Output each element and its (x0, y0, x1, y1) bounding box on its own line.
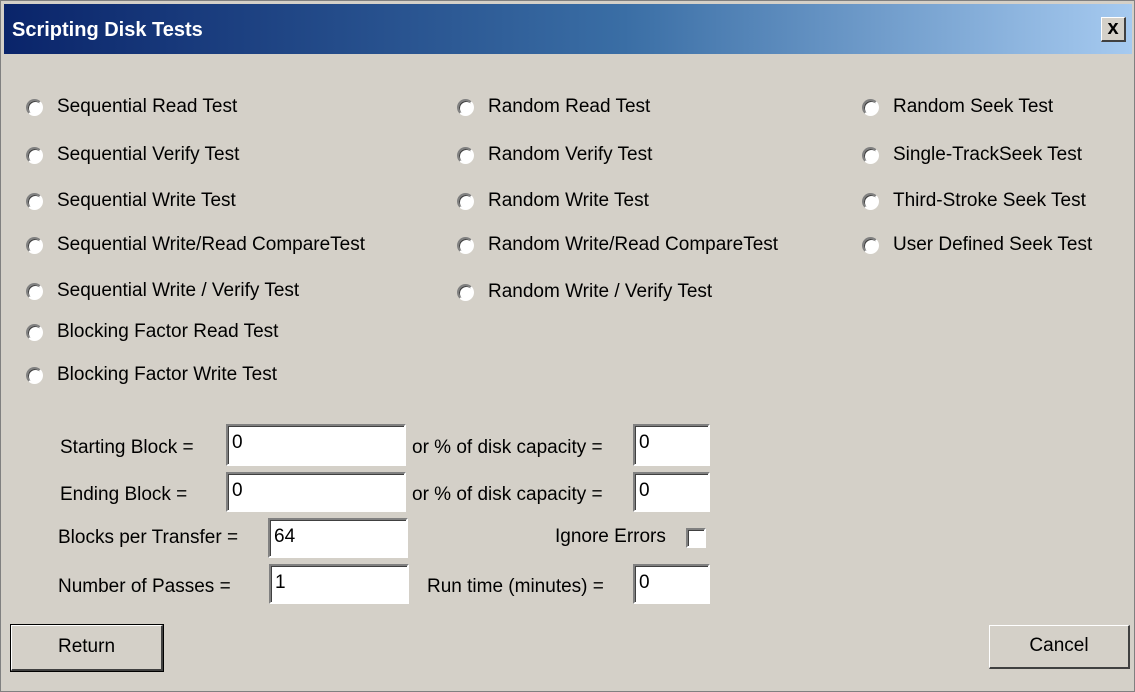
radio-label: Random Read Test (488, 96, 651, 117)
radio-label: Blocking Factor Write Test (57, 364, 277, 385)
cancel-button[interactable]: Cancel (989, 625, 1130, 669)
return-button[interactable]: Return (10, 624, 164, 672)
blocks-per-transfer-input[interactable]: 64 (268, 518, 408, 558)
radio-label: Random Verify Test (488, 144, 653, 165)
radio-label: Sequential Write Test (57, 190, 236, 211)
radio-button[interactable] (457, 283, 474, 301)
radio-option-sequential-write[interactable]: Sequential Write Test (26, 186, 236, 216)
run-time-input[interactable]: 0 (633, 564, 710, 604)
ending-block-label: Ending Block = (60, 484, 188, 505)
radio-option-random-seek[interactable]: Random Seek Test (862, 92, 1053, 122)
close-icon: x (1107, 17, 1119, 39)
number-of-passes-label: Number of Passes = (58, 576, 231, 597)
radio-button[interactable] (457, 236, 474, 254)
radio-label: Third-Stroke Seek Test (893, 190, 1086, 211)
radio-option-random-write-read-compare[interactable]: Random Write/Read CompareTest (457, 230, 778, 260)
radio-option-third-stroke-seek[interactable]: Third-Stroke Seek Test (862, 186, 1086, 216)
radio-option-sequential-write-verify[interactable]: Sequential Write / Verify Test (26, 276, 299, 306)
radio-option-blocking-factor-read[interactable]: Blocking Factor Read Test (26, 317, 278, 347)
title-bar[interactable]: Scripting Disk Tests x (4, 4, 1132, 54)
ignore-errors-checkbox[interactable] (686, 528, 706, 548)
radio-button[interactable] (862, 236, 879, 254)
radio-option-sequential-write-read-compare[interactable]: Sequential Write/Read CompareTest (26, 230, 365, 260)
ending-block-input[interactable]: 0 (226, 472, 406, 512)
radio-option-random-write[interactable]: Random Write Test (457, 186, 649, 216)
radio-label: Sequential Write / Verify Test (57, 280, 300, 301)
ending-pct-input[interactable]: 0 (633, 472, 710, 512)
radio-button[interactable] (26, 146, 43, 164)
radio-option-single-track-seek[interactable]: Single-TrackSeek Test (862, 140, 1082, 170)
dialog-window: Scripting Disk Tests x Sequential Read T… (0, 0, 1135, 692)
radio-button[interactable] (862, 98, 879, 116)
number-of-passes-input[interactable]: 1 (269, 564, 409, 604)
radio-button[interactable] (26, 323, 43, 341)
radio-label: Random Write / Verify Test (488, 281, 713, 302)
radio-button[interactable] (26, 192, 43, 210)
radio-label: Random Seek Test (893, 96, 1054, 117)
radio-button[interactable] (26, 236, 43, 254)
starting-block-label: Starting Block = (60, 437, 194, 458)
radio-label: User Defined Seek Test (893, 234, 1093, 255)
radio-option-random-verify[interactable]: Random Verify Test (457, 140, 652, 170)
radio-button[interactable] (457, 98, 474, 116)
starting-pct-label: or % of disk capacity = (412, 437, 603, 458)
ignore-errors-label: Ignore Errors (555, 526, 666, 547)
starting-block-input[interactable]: 0 (226, 424, 406, 466)
radio-option-user-defined-seek[interactable]: User Defined Seek Test (862, 230, 1092, 260)
radio-option-sequential-verify[interactable]: Sequential Verify Test (26, 140, 239, 170)
run-time-label: Run time (minutes) = (427, 576, 604, 597)
blocks-per-transfer-label: Blocks per Transfer = (58, 527, 239, 548)
radio-label: Blocking Factor Read Test (57, 321, 279, 342)
radio-option-blocking-factor-write[interactable]: Blocking Factor Write Test (26, 360, 277, 390)
ending-pct-label: or % of disk capacity = (412, 484, 603, 505)
radio-button[interactable] (26, 98, 43, 116)
radio-label: Random Write/Read CompareTest (488, 234, 779, 255)
radio-label: Single-TrackSeek Test (893, 144, 1083, 165)
radio-button[interactable] (26, 366, 43, 384)
radio-option-random-write-verify[interactable]: Random Write / Verify Test (457, 277, 712, 307)
radio-label: Random Write Test (488, 190, 649, 211)
radio-button[interactable] (862, 192, 879, 210)
starting-pct-input[interactable]: 0 (633, 424, 710, 466)
radio-button[interactable] (26, 282, 43, 300)
radio-button[interactable] (457, 192, 474, 210)
radio-label: Sequential Write/Read CompareTest (57, 234, 366, 255)
radio-button[interactable] (457, 146, 474, 164)
radio-label: Sequential Read Test (57, 96, 238, 117)
radio-button[interactable] (862, 146, 879, 164)
window-title: Scripting Disk Tests (12, 19, 203, 41)
radio-label: Sequential Verify Test (57, 144, 240, 165)
radio-option-sequential-read[interactable]: Sequential Read Test (26, 92, 237, 122)
close-button[interactable]: x (1101, 17, 1126, 42)
radio-option-random-read[interactable]: Random Read Test (457, 92, 650, 122)
